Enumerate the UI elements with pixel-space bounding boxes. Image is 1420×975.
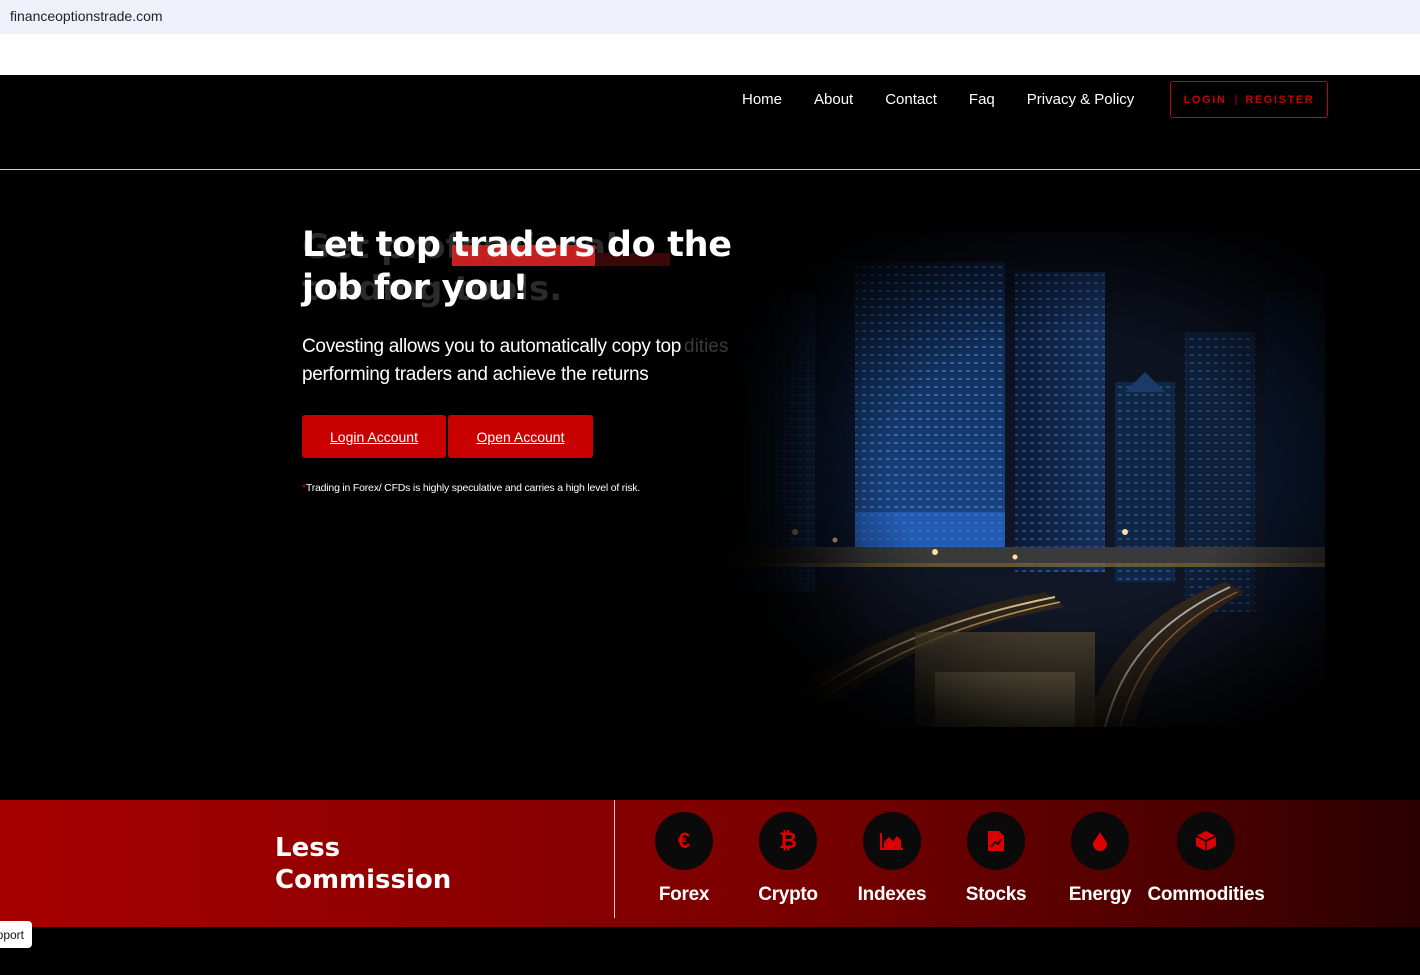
auth-box: LOGIN | REGISTER (1170, 81, 1328, 118)
site-header: Home About Contact Faq Privacy & Policy … (0, 75, 1420, 170)
browser-url-bar[interactable]: financeoptionstrade.com (0, 0, 1420, 34)
market-label: Crypto (758, 884, 818, 905)
risk-disclaimer: *Trading in Forex/ CFDs is highly specul… (302, 482, 640, 494)
document-chart-icon (967, 812, 1025, 870)
browser-toolbar-strip (0, 34, 1420, 75)
box-icon (1177, 812, 1235, 870)
market-commodities[interactable]: Commodities (1144, 812, 1268, 906)
area-chart-icon (863, 812, 921, 870)
market-forex[interactable]: € Forex (624, 812, 744, 906)
market-crypto[interactable]: ₿ Crypto (728, 812, 848, 906)
support-label: Support (0, 927, 24, 942)
nav-about[interactable]: About (814, 91, 853, 108)
login-link[interactable]: LOGIN (1184, 94, 1227, 106)
market-label: Stocks (965, 884, 1027, 905)
market-label: Indexes (857, 884, 927, 905)
market-indexes[interactable]: Indexes (832, 812, 952, 906)
register-link[interactable]: REGISTER (1245, 94, 1314, 106)
url-text[interactable]: financeoptionstrade.com (10, 8, 163, 24)
euro-icon: € (655, 812, 713, 870)
main-nav: Home About Contact Faq Privacy & Policy (742, 91, 1134, 108)
support-tab[interactable]: Support (0, 921, 32, 948)
market-stocks[interactable]: Stocks (936, 812, 1056, 906)
hero-subtitle: Covesting allows you to automatically co… (302, 336, 682, 385)
commission-band: Less Commission € Forex ₿ Crypto Indexes… (0, 800, 1420, 927)
drop-icon (1071, 812, 1129, 870)
open-account-button[interactable]: Open Account (448, 415, 593, 458)
commission-title: Less Commission (275, 833, 452, 895)
login-account-button[interactable]: Login Account (302, 415, 446, 458)
less-commission-heading: Less Commission (275, 832, 455, 896)
nav-home[interactable]: Home (742, 91, 782, 108)
hero-title: Let top traders do the job for you! (302, 225, 732, 308)
auth-separator: | (1234, 93, 1238, 106)
risk-text: Trading in Forex/ CFDs is highly specula… (305, 482, 641, 494)
market-label: Energy (1068, 884, 1132, 905)
nav-faq[interactable]: Faq (969, 91, 995, 108)
hero-city-image (685, 232, 1325, 727)
nav-privacy-policy[interactable]: Privacy & Policy (1027, 91, 1135, 108)
band-divider (614, 800, 615, 918)
market-label: Forex (658, 884, 710, 905)
bitcoin-icon: ₿ (759, 812, 817, 870)
market-label: Commodities (1147, 884, 1265, 905)
nav-contact[interactable]: Contact (885, 91, 937, 108)
market-energy[interactable]: Energy (1040, 812, 1160, 906)
